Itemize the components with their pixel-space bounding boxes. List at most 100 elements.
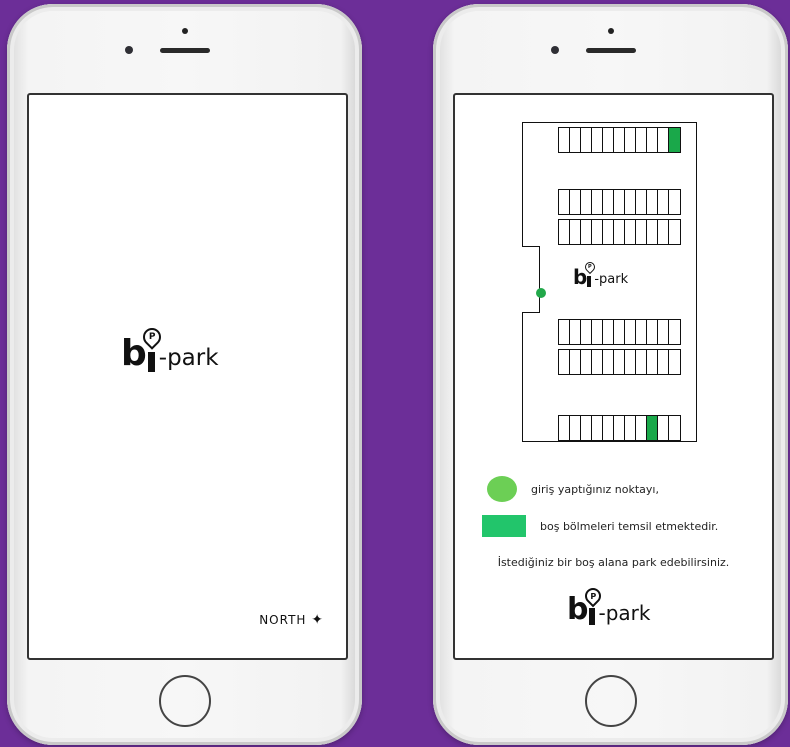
parking-slot xyxy=(614,128,625,152)
parking-slot xyxy=(636,128,647,152)
parking-slot xyxy=(570,220,581,244)
parking-slot xyxy=(581,350,592,374)
parking-slot xyxy=(614,220,625,244)
parking-slot xyxy=(658,350,669,374)
parking-slot xyxy=(592,416,603,440)
parking-slot xyxy=(581,220,592,244)
parking-slot xyxy=(559,220,570,244)
parking-slot xyxy=(581,416,592,440)
parking-slot-free[interactable] xyxy=(669,128,680,152)
legend-entry-dot xyxy=(487,476,517,502)
parking-slot xyxy=(625,320,636,344)
parking-slot xyxy=(603,190,614,214)
parking-slot xyxy=(658,416,669,440)
north-brand: NORTH ✦ xyxy=(259,612,324,628)
parking-slot xyxy=(592,128,603,152)
parking-slot xyxy=(625,350,636,374)
parking-slot-free[interactable] xyxy=(647,416,658,440)
parking-slot xyxy=(647,220,658,244)
phone-map: b P -park giriş yaptığınız noktayı, boş … xyxy=(433,4,788,745)
parking-slot xyxy=(592,350,603,374)
parking-slot xyxy=(603,128,614,152)
logo-suffix: -park xyxy=(598,601,651,625)
parking-row xyxy=(558,127,681,153)
parking-row xyxy=(558,415,681,441)
parking-map-screen: b P -park giriş yaptığınız noktayı, boş … xyxy=(453,93,774,660)
parking-slot xyxy=(603,220,614,244)
parking-slot xyxy=(614,416,625,440)
parking-slot xyxy=(559,320,570,344)
parking-row xyxy=(558,219,681,245)
parking-slot xyxy=(581,190,592,214)
logo-suffix: -park xyxy=(158,345,219,371)
parking-slot xyxy=(658,190,669,214)
parking-slot xyxy=(658,220,669,244)
proximity-sensor xyxy=(607,28,614,34)
parking-slot xyxy=(581,128,592,152)
parking-slot xyxy=(647,320,658,344)
parking-slot xyxy=(625,128,636,152)
legend-entry-text: giriş yaptığınız noktayı, xyxy=(531,482,659,496)
home-button[interactable] xyxy=(584,675,637,727)
parking-slot xyxy=(669,416,680,440)
bipark-logo: b P -park xyxy=(121,324,219,374)
entry-gate xyxy=(521,246,540,313)
front-camera-icon xyxy=(550,46,559,54)
parking-slot xyxy=(570,320,581,344)
parking-slot xyxy=(636,320,647,344)
legend-note: İstediğiniz bir boş alana park edebilirs… xyxy=(497,556,730,569)
parking-slot xyxy=(669,320,680,344)
phone-splash: b P -park NORTH ✦ xyxy=(7,4,362,745)
parking-lot-map: b P -park xyxy=(521,122,697,442)
logo-suffix: -park xyxy=(594,272,629,287)
parking-slot xyxy=(592,190,603,214)
parking-slot xyxy=(614,320,625,344)
parking-slot xyxy=(636,190,647,214)
star-icon: ✦ xyxy=(311,612,324,628)
earpiece-speaker xyxy=(585,48,636,53)
parking-slot xyxy=(581,320,592,344)
parking-row xyxy=(558,349,681,375)
parking-slot xyxy=(570,128,581,152)
splash-screen: b P -park NORTH ✦ xyxy=(27,93,348,660)
parking-slot xyxy=(647,128,658,152)
legend-free-row: boş bölmeleri temsil etmektedir. xyxy=(482,515,718,537)
parking-slot xyxy=(603,416,614,440)
parking-slot xyxy=(669,350,680,374)
parking-slot xyxy=(559,190,570,214)
parking-slot xyxy=(669,190,680,214)
parking-slot xyxy=(614,350,625,374)
parking-slot xyxy=(669,220,680,244)
logo-i-pin: P xyxy=(582,259,597,287)
logo-letter-b: b xyxy=(121,333,147,374)
parking-slot xyxy=(647,350,658,374)
parking-slot xyxy=(636,416,647,440)
legend-free-swatch xyxy=(482,515,526,537)
parking-slot xyxy=(570,190,581,214)
parking-slot xyxy=(658,128,669,152)
parking-slot xyxy=(592,220,603,244)
proximity-sensor xyxy=(181,28,188,34)
parking-slot xyxy=(636,220,647,244)
logo-i-pin: P xyxy=(581,584,605,625)
logo-i-pin: P xyxy=(139,324,166,372)
parking-slot xyxy=(636,350,647,374)
legend-entry-row: giriş yaptığınız noktayı, xyxy=(487,476,659,502)
parking-slot xyxy=(603,350,614,374)
parking-slot xyxy=(625,416,636,440)
parking-slot xyxy=(614,190,625,214)
entry-point-marker xyxy=(536,288,546,298)
parking-slot xyxy=(625,190,636,214)
parking-slot xyxy=(559,416,570,440)
parking-slot xyxy=(559,128,570,152)
parking-row xyxy=(558,189,681,215)
home-button[interactable] xyxy=(158,675,211,727)
parking-slot xyxy=(559,350,570,374)
parking-slot xyxy=(625,220,636,244)
map-bipark-logo: b P -park xyxy=(573,259,629,287)
legend-free-text: boş bölmeleri temsil etmektedir. xyxy=(540,519,719,533)
parking-slot xyxy=(647,190,658,214)
north-wordmark: NORTH xyxy=(259,613,307,627)
parking-slot xyxy=(570,350,581,374)
parking-slot xyxy=(603,320,614,344)
